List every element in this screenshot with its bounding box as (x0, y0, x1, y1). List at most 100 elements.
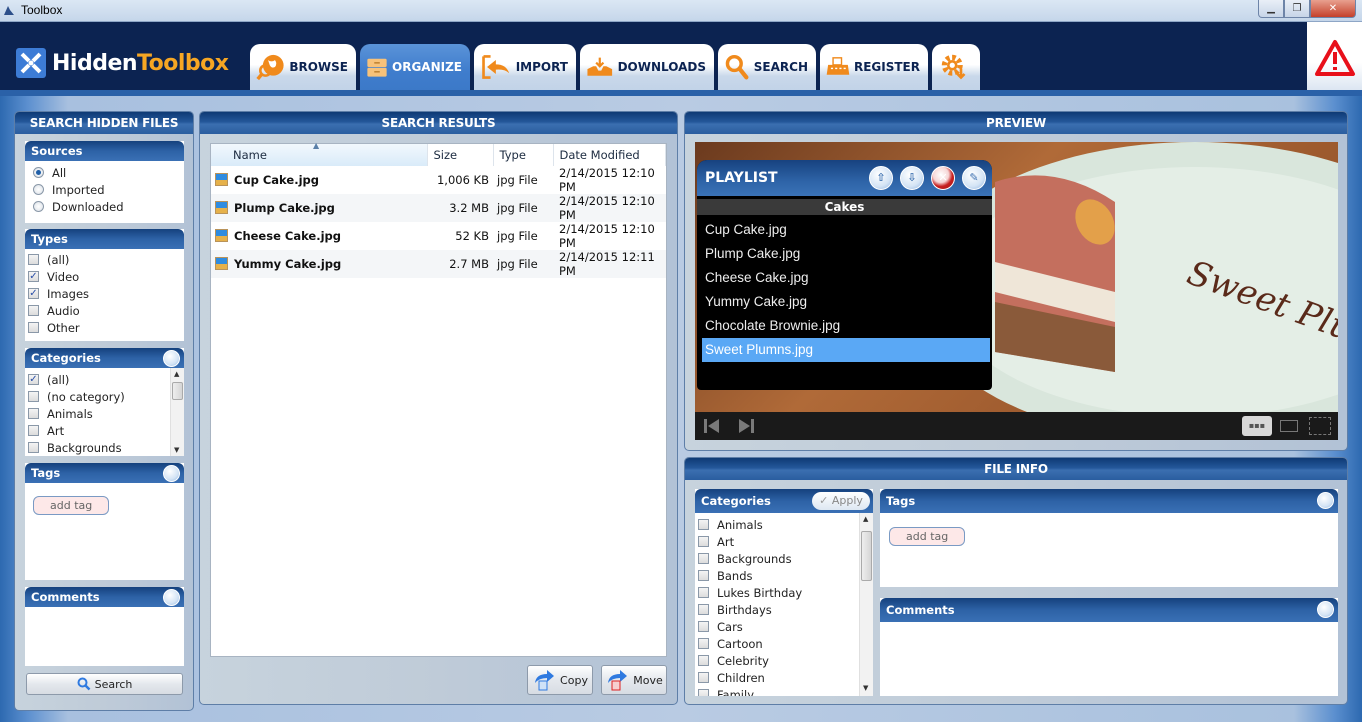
file-categories-scrollbar[interactable]: ▲ ▼ (859, 513, 873, 696)
checkbox[interactable] (698, 638, 709, 649)
clear-tags-icon[interactable] (163, 465, 180, 482)
checkbox[interactable] (698, 689, 709, 696)
scroll-up-icon[interactable]: ▲ (863, 515, 868, 523)
playlist-item[interactable]: Yummy Cake.jpg (697, 290, 992, 314)
checkbox[interactable] (28, 408, 39, 419)
type-option-images[interactable]: ✓ Images (25, 285, 184, 302)
categories-grid-icon[interactable] (163, 350, 180, 367)
fullscreen-icon[interactable] (1309, 417, 1331, 435)
add-tag-button[interactable]: add tag (33, 496, 110, 515)
source-option-all[interactable]: All (25, 164, 184, 181)
file-category-option[interactable]: Children (695, 669, 873, 686)
upload-icon[interactable]: ⇧ (869, 166, 893, 190)
apply-button[interactable]: ✓ Apply (812, 492, 870, 510)
column-header-date[interactable]: Date Modified (553, 144, 666, 166)
scroll-down-icon[interactable]: ▼ (174, 446, 179, 454)
checkbox[interactable] (698, 519, 709, 530)
checkbox[interactable] (28, 322, 39, 333)
table-row[interactable]: Yummy Cake.jpg 2.7 MB jpg File 2/14/2015… (211, 250, 666, 278)
tab-import[interactable]: IMPORT (474, 44, 576, 90)
type-option-audio[interactable]: Audio (25, 302, 184, 319)
table-row[interactable]: Cheese Cake.jpg 52 KB jpg File 2/14/2015… (211, 222, 666, 250)
alert-button[interactable] (1307, 22, 1362, 90)
search-button[interactable]: Search (26, 673, 183, 695)
next-icon[interactable] (737, 418, 755, 434)
tab-downloads[interactable]: DOWNLOADS (580, 44, 714, 90)
category-option[interactable]: Animals (25, 405, 184, 422)
clear-file-tags-icon[interactable] (1317, 492, 1334, 509)
category-option[interactable]: Art (25, 422, 184, 439)
clear-file-comments-icon[interactable] (1317, 601, 1334, 618)
checkbox[interactable] (28, 254, 39, 265)
scroll-thumb[interactable] (172, 382, 183, 400)
playlist-item[interactable]: Chocolate Brownie.jpg (697, 314, 992, 338)
move-button[interactable]: Move (601, 665, 667, 695)
column-header-type[interactable]: Type (493, 144, 554, 166)
tab-register[interactable]: REGISTER (820, 44, 928, 90)
comments-input[interactable] (25, 607, 184, 664)
table-row[interactable]: Cup Cake.jpg 1,006 KB jpg File 2/14/2015… (211, 166, 666, 194)
checkbox[interactable] (698, 553, 709, 564)
minimize-button[interactable]: ▁ (1258, 0, 1284, 18)
checkbox[interactable]: ✓ (28, 288, 39, 299)
file-category-option[interactable]: Bands (695, 567, 873, 584)
checkbox[interactable] (698, 621, 709, 632)
type-option-all[interactable]: (all) (25, 251, 184, 268)
tab-browse[interactable]: BROWSE (250, 44, 356, 90)
file-category-option[interactable]: Backgrounds (695, 550, 873, 567)
tab-settings[interactable] (932, 44, 980, 90)
playlist-item[interactable]: Plump Cake.jpg (697, 242, 992, 266)
checkbox[interactable] (698, 672, 709, 683)
checkbox[interactable] (28, 305, 39, 316)
category-option[interactable]: ✓ (all) (25, 371, 184, 388)
source-option-imported[interactable]: Imported (25, 181, 184, 198)
single-view-icon[interactable] (1280, 420, 1298, 432)
file-category-option[interactable]: Lukes Birthday (695, 584, 873, 601)
remove-icon[interactable]: ✕ (931, 166, 955, 190)
table-row[interactable]: Plump Cake.jpg 3.2 MB jpg File 2/14/2015… (211, 194, 666, 222)
scroll-down-icon[interactable]: ▼ (863, 684, 868, 692)
checkbox[interactable] (698, 587, 709, 598)
checkbox[interactable] (698, 604, 709, 615)
radio-all[interactable] (33, 167, 44, 178)
radio-downloaded[interactable] (33, 201, 44, 212)
radio-imported[interactable] (33, 184, 44, 195)
checkbox[interactable] (698, 570, 709, 581)
file-category-option[interactable]: Art (695, 533, 873, 550)
tab-search[interactable]: SEARCH (718, 44, 816, 90)
category-option[interactable]: (no category) (25, 388, 184, 405)
file-add-tag-button[interactable]: add tag (889, 527, 966, 546)
download-icon[interactable]: ⇩ (900, 166, 924, 190)
tab-organize[interactable]: ORGANIZE (360, 44, 470, 90)
type-option-other[interactable]: Other (25, 319, 184, 336)
previous-icon[interactable] (703, 418, 721, 434)
checkbox[interactable] (28, 425, 39, 436)
grid-view-icon[interactable]: ▪▪▪ (1242, 416, 1272, 436)
checkbox[interactable]: ✓ (28, 374, 39, 385)
clear-icon[interactable]: ✎ (962, 166, 986, 190)
playlist-item[interactable]: Cheese Cake.jpg (697, 266, 992, 290)
scroll-up-icon[interactable]: ▲ (174, 370, 179, 378)
file-category-option[interactable]: Birthdays (695, 601, 873, 618)
scroll-thumb[interactable] (861, 531, 872, 581)
column-header-name[interactable]: Name ▲ (211, 141, 428, 166)
file-category-option[interactable]: Cars (695, 618, 873, 635)
type-option-video[interactable]: ✓ Video (25, 268, 184, 285)
file-comments-input[interactable] (880, 622, 1338, 696)
playlist-item-selected[interactable]: Sweet Plumns.jpg (702, 338, 990, 362)
close-button[interactable]: ✕ (1310, 0, 1356, 18)
file-category-option[interactable]: Cartoon (695, 635, 873, 652)
playlist-item[interactable]: Cup Cake.jpg (697, 218, 992, 242)
category-option[interactable]: Backgrounds (25, 439, 184, 456)
file-category-option[interactable]: Family (695, 686, 873, 696)
source-option-downloaded[interactable]: Downloaded (25, 198, 184, 215)
checkbox[interactable]: ✓ (28, 271, 39, 282)
restore-button[interactable]: ❐ (1284, 0, 1310, 18)
checkbox[interactable] (28, 391, 39, 402)
file-category-option[interactable]: Celebrity (695, 652, 873, 669)
checkbox[interactable] (698, 655, 709, 666)
column-header-size[interactable]: Size (427, 144, 494, 166)
checkbox[interactable] (28, 442, 39, 453)
categories-scrollbar[interactable]: ▲ ▼ (170, 368, 184, 456)
copy-button[interactable]: Copy (527, 665, 593, 695)
